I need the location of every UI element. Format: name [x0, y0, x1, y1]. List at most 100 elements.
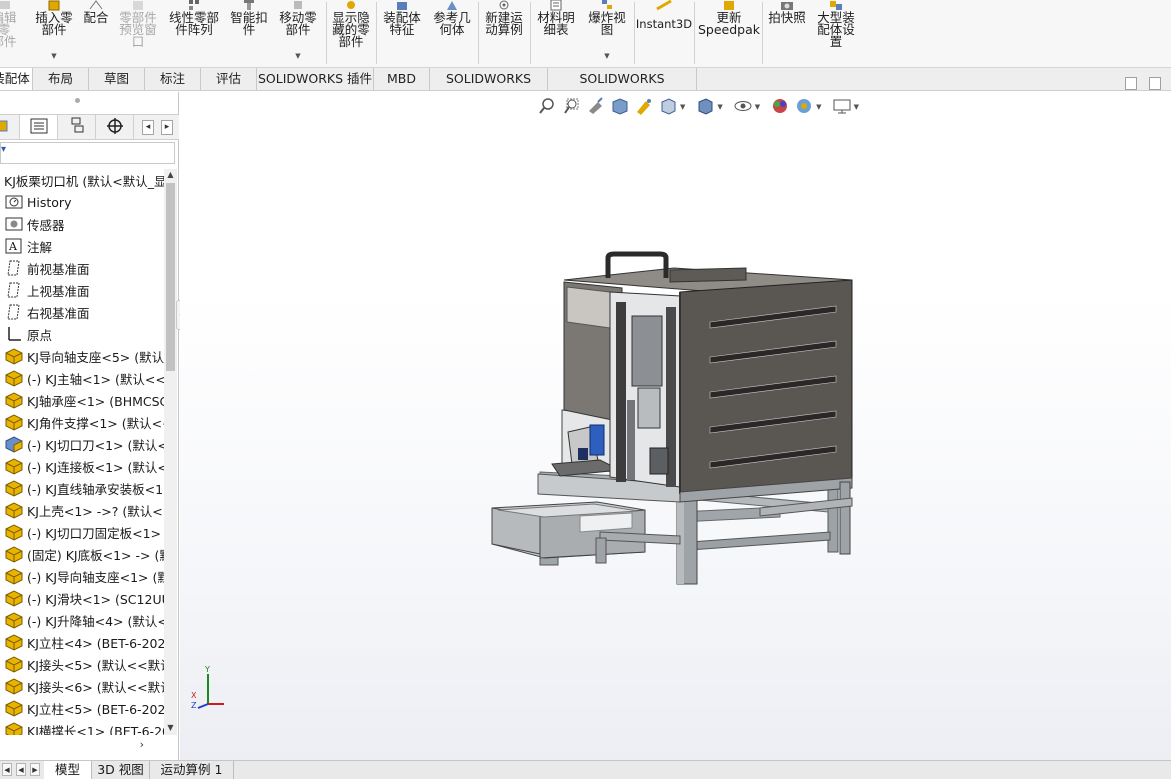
move-component-dropdown[interactable]: ▼ [295, 52, 300, 60]
tree-item-label: KJ立柱<5> (BET-6-2020 [27, 701, 164, 717]
tree-item[interactable]: (-) KJ连接板<1> (默认< [0, 455, 164, 477]
tree-item[interactable]: 原点 [0, 323, 164, 345]
tree-item[interactable]: KJ轴承座<1> (BHMCSC [0, 389, 164, 411]
viewport-maximize-button[interactable] [1149, 77, 1161, 90]
tree-item-label: (-) KJ主轴<1> (默认<<默 [27, 371, 164, 387]
take-snapshot-button[interactable]: 拍快照 [765, 0, 809, 66]
instant3d-button[interactable]: Instant3D [636, 0, 692, 66]
dimxpert-tab[interactable] [96, 115, 134, 139]
exploded-view-button[interactable]: 爆炸视 图 ▼ [584, 0, 630, 66]
tab-assembly[interactable]: 装配体 [0, 68, 33, 90]
tree-item[interactable]: KJ接头<6> (默认<<默认 [0, 675, 164, 697]
reference-geometry-button[interactable]: 参考几 何体 [430, 0, 474, 66]
tab-solidworks-addins[interactable]: SOLIDWORKS 插件 [257, 68, 374, 90]
tab-model[interactable]: 模型 [44, 761, 92, 779]
component-preview-button[interactable]: 零部件 预览窗 口 [116, 0, 160, 66]
tree-item-label: (-) KJ滑块<1> (SC12UU [27, 591, 164, 607]
tree-item[interactable]: KJ导向轴支座<5> (默认< [0, 345, 164, 367]
mate-button[interactable]: 配合 [82, 0, 110, 66]
scroll-down-arrow[interactable]: ▼ [165, 723, 176, 734]
assembly-features-button[interactable]: 装配体 特征 [380, 0, 424, 66]
tree-item[interactable]: A 注解 [0, 235, 164, 257]
smart-fasteners-button[interactable]: 智能扣 件 [228, 0, 270, 66]
feature-tree-scrollbar[interactable]: ▲ ▼ [164, 169, 177, 735]
svg-text:A: A [8, 240, 18, 253]
tree-item-label: (-) KJ切口刀<1> (默认<默 [27, 437, 164, 453]
assembly-model[interactable] [180, 92, 1171, 760]
insert-components-dropdown[interactable]: ▼ [51, 52, 56, 60]
scroll-up-arrow[interactable]: ▲ [165, 170, 176, 181]
tree-item[interactable]: (-) KJ导向轴支座<1> (默 [0, 565, 164, 587]
tree-item-label: (-) KJ升降轴<4> (默认< [27, 613, 164, 629]
tab-layout[interactable]: 布局 [33, 68, 89, 90]
tree-item[interactable]: (固定) KJ底板<1> -> (默 [0, 543, 164, 565]
linear-pattern-button[interactable]: 线性零部 件阵列 [166, 0, 222, 66]
tree-item[interactable]: KJ接头<5> (默认<<默认 [0, 653, 164, 675]
update-speedpak-button[interactable]: 更新 Speedpak [698, 0, 760, 66]
new-motion-study-button[interactable]: 新建运 动算例 [482, 0, 526, 66]
tab-3d-view[interactable]: 3D 视图 [92, 761, 150, 779]
exploded-view-dropdown[interactable]: ▼ [604, 52, 609, 60]
configuration-manager-tab[interactable] [58, 115, 96, 139]
tab-sketch[interactable]: 草图 [89, 68, 145, 90]
tree-item[interactable]: (-) KJ直线轴承安装板<1> [0, 477, 164, 499]
tree-item[interactable]: (-) KJ切口刀<1> (默认<默 [0, 433, 164, 455]
property-manager-icon [30, 118, 48, 137]
tree-item-label: 前视基准面 [27, 261, 90, 277]
tree-item[interactable]: KJ立柱<4> (BET-6-2020 [0, 631, 164, 653]
bottom-tab-bar: ◀ ◀ ▶ 模型 3D 视图 运动算例 1 [0, 760, 1171, 779]
next-tab-button[interactable]: ▶ [30, 763, 40, 776]
ribbon-separator [376, 2, 377, 64]
tree-item[interactable]: KJ横撑长<1> (BET-6-20 [0, 719, 164, 735]
tab-motion-study-1[interactable]: 运动算例 1 [150, 761, 234, 779]
scroll-right-arrow[interactable]: › [140, 738, 144, 751]
tree-item[interactable]: (-) KJ升降轴<4> (默认< [0, 609, 164, 631]
first-tab-button[interactable]: ◀ [2, 763, 12, 776]
panel-splitter-handle[interactable] [75, 98, 80, 103]
graphics-area[interactable]: ▼ ▼ ▼ ▼ ▼ Y X Z [180, 92, 1171, 760]
tree-item[interactable]: 前视基准面 [0, 257, 164, 279]
part-icon [4, 545, 24, 563]
feature-manager-tab[interactable] [0, 115, 20, 139]
part-icon [4, 479, 24, 497]
bill-of-materials-button[interactable]: 材料明 细表 [534, 0, 578, 66]
tree-item[interactable]: KJ上壳<1> ->? (默认<< [0, 499, 164, 521]
tree-item-label: KJ接头<6> (默认<<默认 [27, 679, 164, 695]
tree-item[interactable]: (-) KJ切口刀固定板<1> - [0, 521, 164, 543]
tree-item[interactable]: (-) KJ主轴<1> (默认<<默 [0, 367, 164, 389]
insert-components-button[interactable]: 插入零 部件 ▼ [32, 0, 76, 66]
tree-item[interactable]: KJ立柱<5> (BET-6-2020 [0, 697, 164, 719]
tree-item-label: (-) KJ导向轴支座<1> (默 [27, 569, 164, 585]
tree-item[interactable]: 传感器 [0, 213, 164, 235]
tree-item[interactable]: 上视基准面 [0, 279, 164, 301]
tree-item[interactable]: KJ角件支撑<1> (默认<< [0, 411, 164, 433]
filter-icon: ▾ [1, 144, 7, 155]
tree-item[interactable]: (-) KJ滑块<1> (SC12UU [0, 587, 164, 609]
panel-tab-next-button[interactable]: ▸ [161, 120, 173, 135]
tree-item-label: KJ轴承座<1> (BHMCSC [27, 393, 164, 409]
tree-item[interactable]: History [0, 191, 164, 213]
viewport-restore-button[interactable] [1125, 77, 1137, 90]
ribbon-separator [762, 2, 763, 64]
tab-solidworks-inspection[interactable]: SOLIDWORKS Inspection [548, 68, 697, 108]
edit-component-button[interactable]: 编辑零 部件 [0, 0, 22, 66]
triad-z-label: Z [191, 701, 197, 710]
tab-markup[interactable]: 标注 [145, 68, 201, 90]
panel-tab-prev-button[interactable]: ◂ [142, 120, 154, 135]
show-hidden-components-button[interactable]: 显示隐 藏的零 部件 [330, 0, 372, 66]
feature-tree: KJ板栗切口机 (默认<默认_显 History 传感器 A 注解前视基准面上视基准面右… [0, 169, 164, 735]
feature-tree-hscrollbar[interactable]: › [0, 738, 164, 754]
tree-item[interactable]: 右视基准面 [0, 301, 164, 323]
feature-tree-filter[interactable]: ▾ [0, 142, 175, 164]
tab-solidworks-cam[interactable]: SOLIDWORKS CAM [430, 68, 548, 108]
tab-mbd[interactable]: MBD [374, 68, 430, 90]
tab-evaluate[interactable]: 评估 [201, 68, 257, 90]
property-manager-tab[interactable] [20, 115, 58, 139]
move-component-button[interactable]: 移动零 部件 ▼ [276, 0, 320, 66]
feature-tree-root[interactable]: KJ板栗切口机 (默认<默认_显 [0, 169, 164, 191]
scrollbar-thumb[interactable] [166, 183, 175, 371]
prev-tab-button[interactable]: ◀ [16, 763, 26, 776]
large-assembly-settings-button[interactable]: 大型装 配体设 置 [811, 0, 861, 66]
ribbon-separator [530, 2, 531, 64]
feature-manager-panel: ◂ ▸ ▾ KJ板栗切口机 (默认<默认_显 History 传感器 A 注解前视基准面… [0, 92, 179, 760]
